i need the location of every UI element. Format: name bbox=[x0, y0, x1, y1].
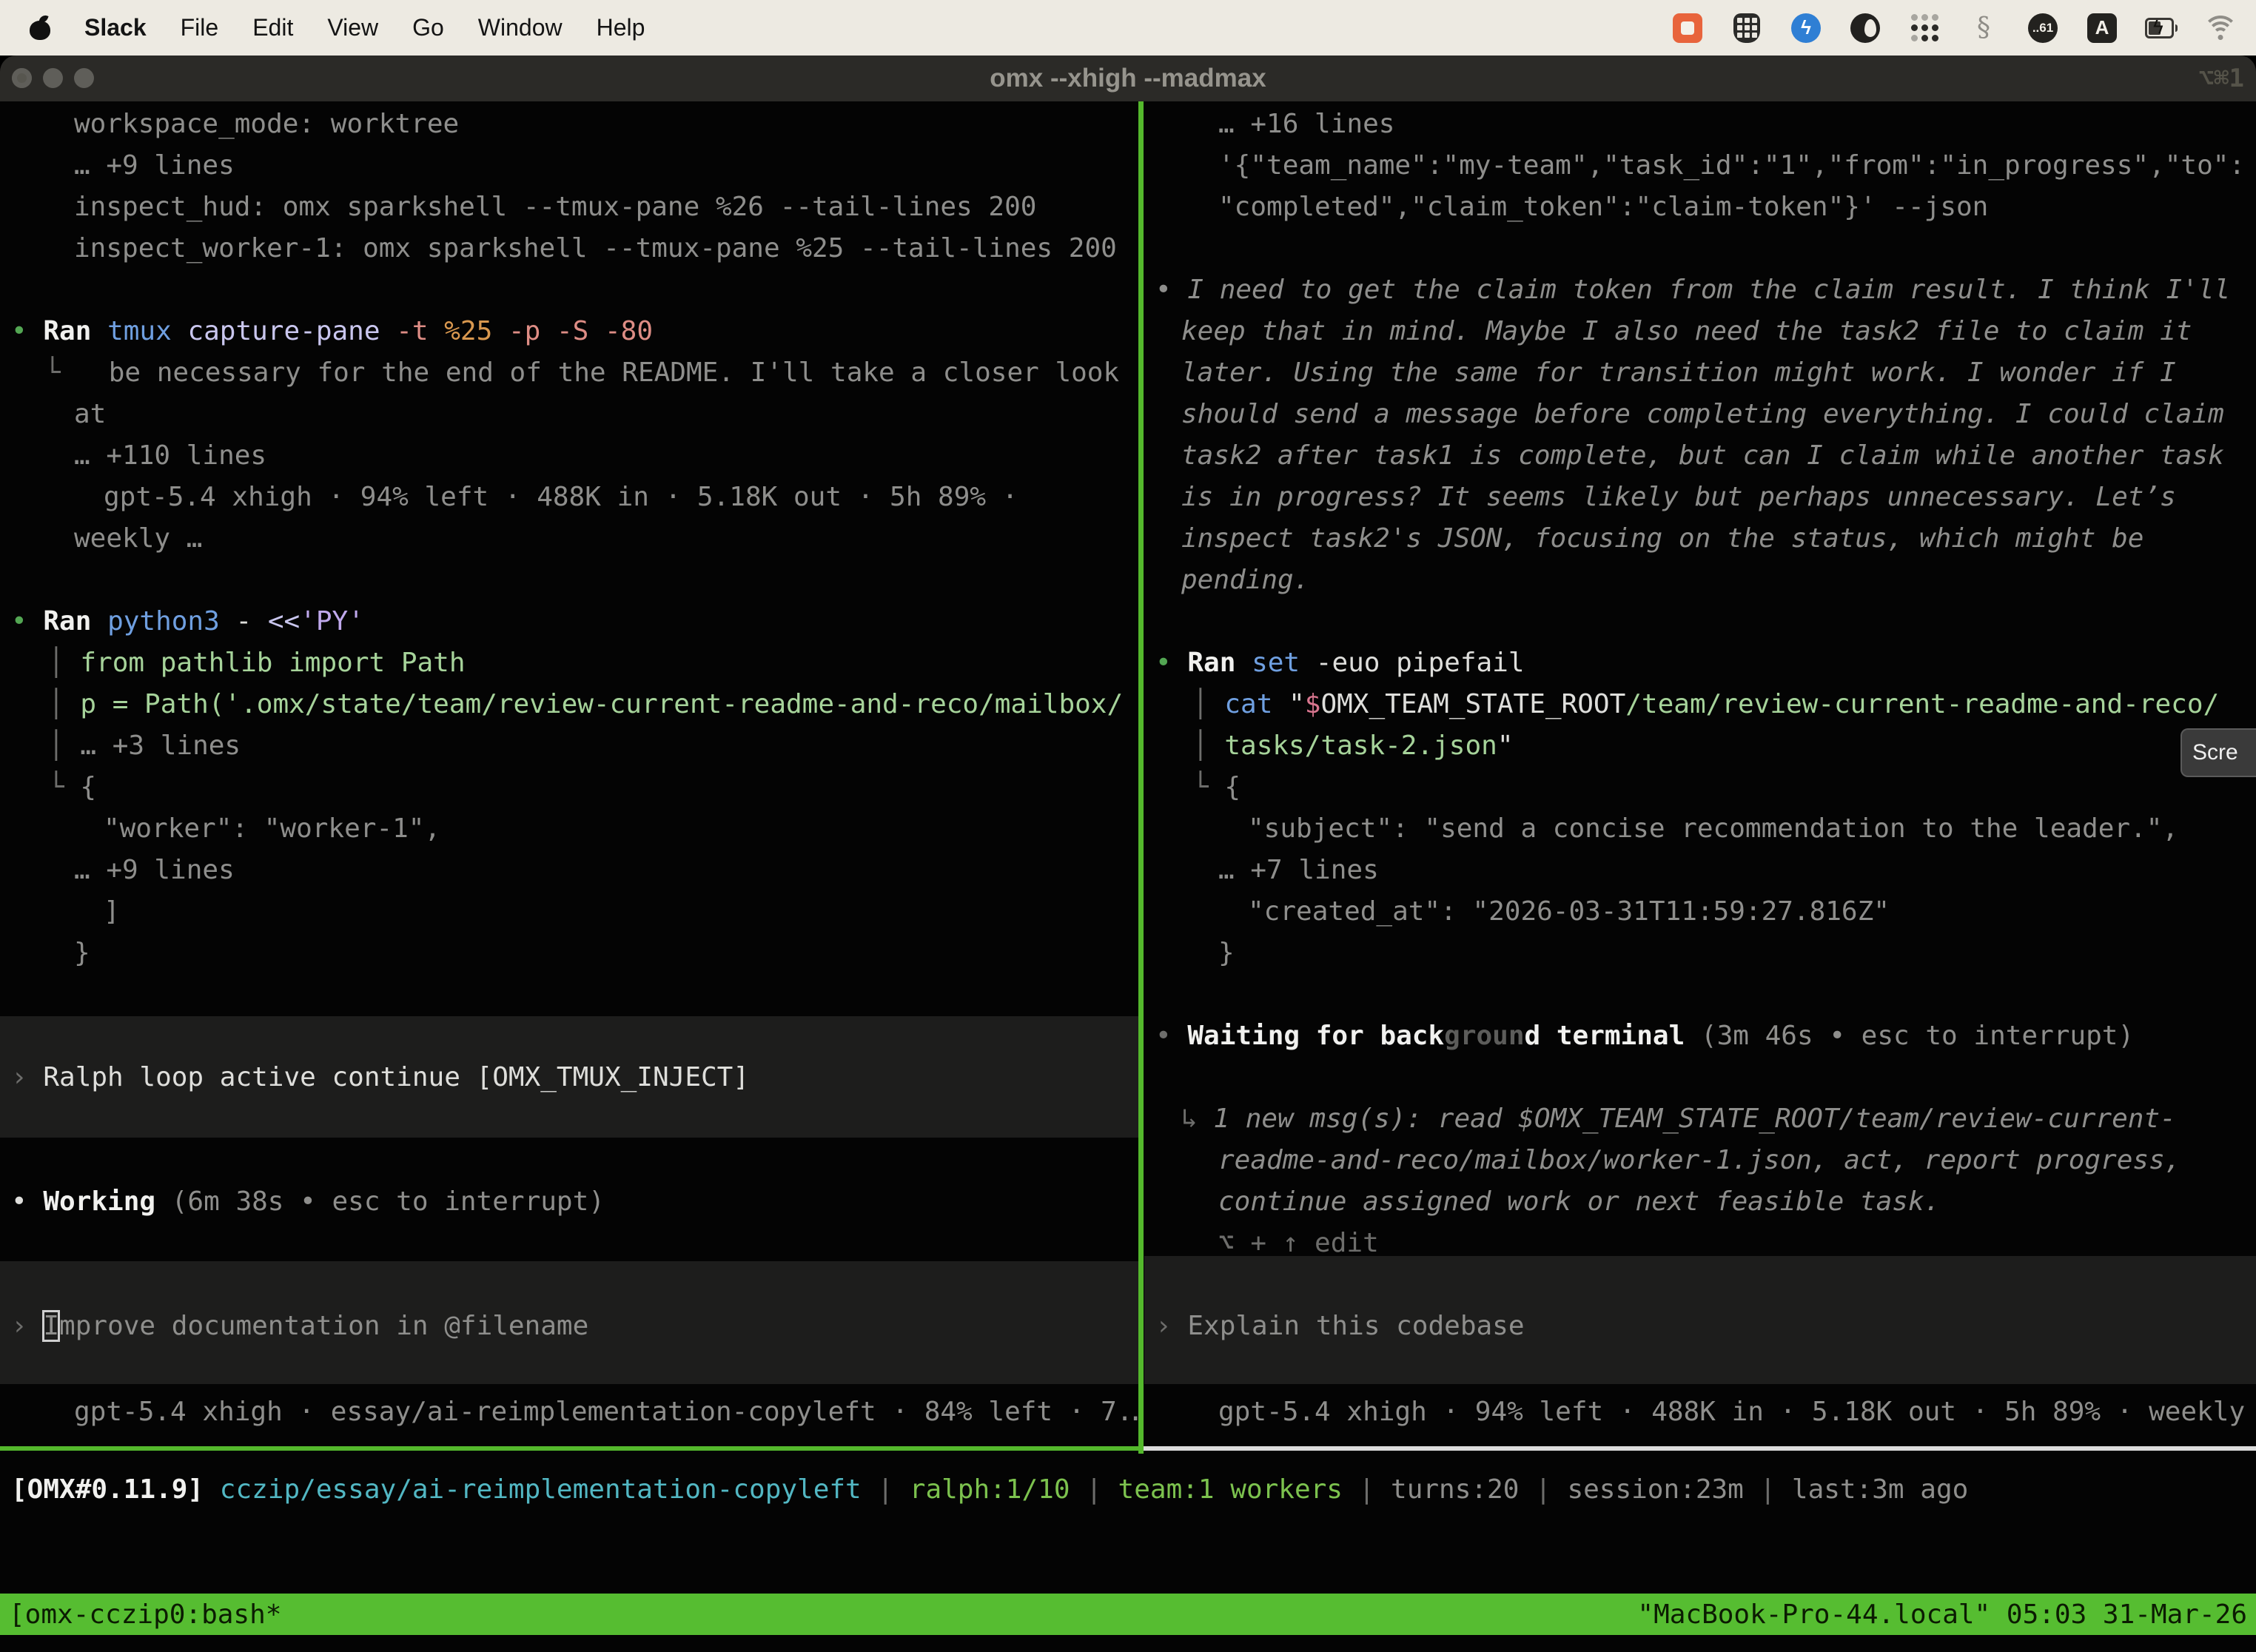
terminal-line: • Ran tmux capture-pane -t %25 -p -S -80 bbox=[11, 311, 653, 352]
terminal-line: "worker": "worker-1", bbox=[104, 808, 440, 850]
chat-icon[interactable] bbox=[1671, 12, 1704, 44]
tmux-session-label[interactable]: [omx-cczip0:bash* bbox=[9, 1599, 281, 1630]
status-icons: ϟ § ..61 A ϟ bbox=[1671, 12, 2256, 44]
terminal-line: gpt-5.4 xhigh · essay/ai-reimplementatio… bbox=[74, 1391, 1138, 1433]
terminal-line: inspect_hud: omx sparkshell --tmux-pane … bbox=[74, 187, 1036, 228]
keyboard-a-icon[interactable]: A bbox=[2086, 12, 2118, 44]
terminal-line: • Waiting for background terminal (3m 46… bbox=[1155, 1015, 2134, 1057]
terminal-line: inspect task2's JSON, focusing on the st… bbox=[1181, 518, 2143, 560]
menu-item-window[interactable]: Window bbox=[478, 14, 563, 41]
terminal-line: … +7 lines bbox=[1218, 850, 1379, 891]
window-shortcut-badge: ⌥⌘1 bbox=[2199, 56, 2244, 101]
battery-icon[interactable]: ϟ bbox=[2145, 12, 2178, 44]
terminal-line: at bbox=[74, 394, 106, 435]
terminal-line: • I need to get the claim token from the… bbox=[1155, 269, 2230, 311]
squiggle-icon[interactable]: § bbox=[1967, 12, 2000, 44]
terminal-line: "created_at": "2026-03-31T11:59:27.816Z" bbox=[1248, 891, 1890, 933]
circle-61-icon[interactable]: ..61 bbox=[2027, 12, 2059, 44]
terminal-line: task2 after task1 is complete, but can I… bbox=[1181, 435, 2224, 477]
terminal-line: gpt-5.4 xhigh · 94% left · 488K in · 5.1… bbox=[1218, 1391, 2256, 1433]
terminal-line: … +9 lines bbox=[74, 145, 235, 187]
tmux-host-clock: "MacBook-Pro-44.local" 05:03 31-Mar-26 bbox=[1637, 1599, 2247, 1630]
menu-item-view[interactable]: View bbox=[327, 14, 378, 41]
terminal-line: • Ran set -euo pipefail bbox=[1155, 642, 1525, 684]
menu-item-help[interactable]: Help bbox=[597, 14, 645, 41]
window-title: omx --xhigh --madmax bbox=[0, 56, 2256, 101]
terminal-line: … +110 lines bbox=[74, 435, 266, 477]
terminal-line: │ … +3 lines bbox=[48, 725, 241, 767]
window-title-bar[interactable]: omx --xhigh --madmax ⌥⌘1 bbox=[0, 56, 2256, 101]
dots-grid-icon[interactable] bbox=[1908, 12, 1941, 44]
terminal-line: pending. bbox=[1181, 560, 1309, 601]
blue-badge-icon[interactable]: ϟ bbox=[1790, 12, 1822, 44]
terminal-line: is in progress? It seems likely but perh… bbox=[1181, 477, 2176, 518]
terminal-line: • Working (6m 38s • esc to interrupt) bbox=[11, 1181, 605, 1223]
menu-items: Slack File Edit View Go Window Help bbox=[0, 14, 645, 41]
terminal-line: ↳ 1 new msg(s): read $OMX_TEAM_STATE_ROO… bbox=[1181, 1098, 2176, 1140]
terminal-line: └ be necessary for the end of the README… bbox=[44, 352, 1119, 394]
pane-divider[interactable] bbox=[1138, 101, 1144, 1454]
terminal-line: │ cat "$OMX_TEAM_STATE_ROOT/team/review-… bbox=[1192, 684, 2219, 725]
terminal-line: gpt-5.4 xhigh · 94% left · 488K in · 5.1… bbox=[104, 477, 1018, 518]
terminal-line: } bbox=[74, 933, 90, 974]
terminal-line: │ p = Path('.omx/state/team/review-curre… bbox=[48, 684, 1123, 725]
terminal-line: [OMX#0.11.9] cczip/essay/ai-reimplementa… bbox=[11, 1469, 1968, 1511]
text-cursor: I bbox=[43, 1311, 59, 1341]
menu-item-go[interactable]: Go bbox=[412, 14, 444, 41]
terminal-line: › Explain this codebase bbox=[1155, 1306, 1525, 1347]
terminal-line: later. Using the same for transition mig… bbox=[1181, 352, 2176, 394]
left-pane-border bbox=[0, 1446, 1138, 1451]
apple-menu-icon[interactable] bbox=[30, 16, 50, 40]
terminal-line: readme-and-reco/mailbox/worker-1.json, a… bbox=[1218, 1140, 2181, 1181]
terminal-line: workspace_mode: worktree bbox=[74, 104, 459, 145]
terminal-line: "completed","claim_token":"claim-token"}… bbox=[1218, 187, 1988, 228]
menu-item-file[interactable]: File bbox=[181, 14, 219, 41]
shield-grid-icon[interactable] bbox=[1730, 12, 1763, 44]
terminal-line: ] bbox=[104, 891, 120, 933]
screen-share-tooltip: Scre bbox=[2181, 728, 2256, 777]
right-pane-border bbox=[1144, 1446, 2256, 1451]
terminal-line: inspect_worker-1: omx sparkshell --tmux-… bbox=[74, 228, 1117, 269]
terminal-line: continue assigned work or next feasible … bbox=[1218, 1181, 1940, 1223]
terminal-line: keep that in mind. Maybe I also need the… bbox=[1181, 311, 2192, 352]
terminal-line: › Ralph loop active continue [OMX_TMUX_I… bbox=[11, 1057, 749, 1098]
terminal-line: │ tasks/task-2.json" bbox=[1192, 725, 1514, 767]
terminal-line: … +16 lines bbox=[1218, 104, 1394, 145]
terminal-line: "subject": "send a concise recommendatio… bbox=[1248, 808, 2178, 850]
macos-menu-bar: Slack File Edit View Go Window Help ϟ § ..61 … bbox=[0, 0, 2256, 56]
terminal-line: ⌥ + ↑ edit bbox=[1218, 1223, 1379, 1264]
tmux-status-bar: [omx-cczip0:bash* "MacBook-Pro-44.local"… bbox=[0, 1594, 2256, 1635]
screen: Slack File Edit View Go Window Help ϟ § ..61 … bbox=[0, 0, 2256, 1652]
moon-icon[interactable] bbox=[1849, 12, 1881, 44]
terminal-line: should send a message before completing … bbox=[1181, 394, 2224, 435]
terminal-line: '{"team_name":"my-team","task_id":"1","f… bbox=[1218, 145, 2245, 187]
terminal-line: └ { bbox=[48, 767, 96, 808]
menu-item-edit[interactable]: Edit bbox=[252, 14, 293, 41]
terminal-line: └ { bbox=[1192, 767, 1241, 808]
terminal-line: │ from pathlib import Path bbox=[48, 642, 466, 684]
wifi-icon[interactable] bbox=[2204, 12, 2237, 44]
terminal-line: … +9 lines bbox=[74, 850, 235, 891]
terminal-line: } bbox=[1218, 933, 1235, 974]
terminal-line: weekly … bbox=[74, 518, 202, 560]
terminal-line: • Ran python3 - <<'PY' bbox=[11, 601, 364, 642]
menu-app-name[interactable]: Slack bbox=[84, 14, 147, 41]
terminal-line: › Improve documentation in @filename bbox=[11, 1306, 588, 1347]
